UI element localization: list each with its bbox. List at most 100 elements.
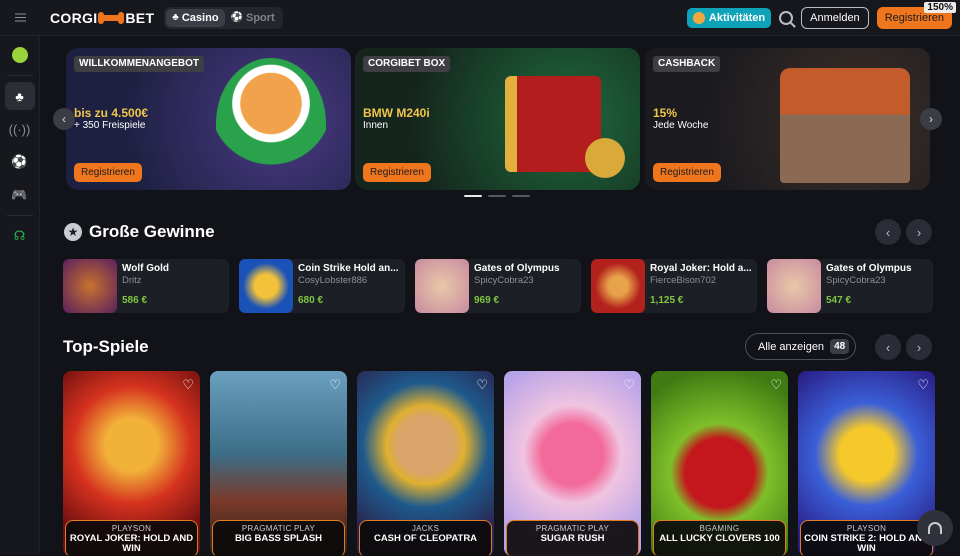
win-user-name: FierceBison702 bbox=[650, 275, 717, 286]
heart-icon[interactable]: ♡ bbox=[623, 377, 635, 393]
product-switch: ♣ Casino ⚽ Sport bbox=[164, 6, 283, 29]
chevron-right-icon: › bbox=[929, 112, 933, 126]
game-provider: PRAGMATIC PLAY bbox=[241, 524, 316, 533]
menu-icon[interactable] bbox=[0, 0, 40, 36]
tab-casino-label: Casino bbox=[181, 11, 219, 24]
heart-icon[interactable]: ♡ bbox=[329, 377, 341, 393]
cashback-house-illustration bbox=[780, 68, 910, 183]
chevron-right-icon: › bbox=[916, 339, 922, 355]
big-wins-list: Wolf Gold Dritz 586 € Coin Strike Hold a… bbox=[63, 259, 933, 313]
big-wins-title: Große Gewinne bbox=[89, 222, 215, 241]
top-games-prev-button[interactable]: ‹ bbox=[875, 334, 901, 360]
sidebar-divider bbox=[6, 215, 33, 216]
sidebar-item-games[interactable]: 🎮 bbox=[5, 181, 35, 209]
big-wins-prev-button[interactable]: ‹ bbox=[875, 219, 901, 245]
banner-tag: WILLKOMMENANGEBOT bbox=[74, 56, 204, 72]
carousel-dot[interactable] bbox=[464, 195, 482, 197]
win-game-name: Royal Joker: Hold a... bbox=[650, 263, 752, 274]
casino-icon: ♣ bbox=[172, 11, 179, 23]
show-all-count-badge: 48 bbox=[830, 339, 850, 354]
banner-cashback[interactable]: CASHBACK 15% Jede Woche Registrieren bbox=[645, 48, 930, 190]
game-thumbnail bbox=[767, 259, 821, 313]
activities-button[interactable]: Aktivitäten bbox=[686, 8, 772, 28]
top-games-title: Top-Spiele bbox=[63, 337, 149, 356]
game-provider: PLAYSON bbox=[846, 524, 887, 533]
chevron-left-icon: ‹ bbox=[885, 339, 891, 355]
win-user-name: SpicyCobra23 bbox=[474, 275, 534, 286]
big-win-card[interactable]: Royal Joker: Hold a... FierceBison702 1,… bbox=[591, 259, 757, 313]
heart-icon[interactable]: ♡ bbox=[182, 377, 194, 393]
win-game-name: Gates of Olympus bbox=[474, 263, 560, 274]
tab-sport[interactable]: ⚽ Sport bbox=[225, 9, 281, 27]
sidebar-item-support[interactable]: ☊ bbox=[5, 222, 35, 250]
bone-icon bbox=[98, 11, 125, 24]
banner-tag: CORGIBET BOX bbox=[363, 56, 451, 72]
logo-text-left: CORGI bbox=[50, 9, 98, 26]
chevron-left-icon: ‹ bbox=[885, 224, 891, 240]
game-card[interactable]: ♡ BGAMING ALL LUCKY CLOVERS 100 bbox=[651, 371, 788, 556]
game-provider: BGAMING bbox=[699, 524, 740, 533]
game-title: SUGAR RUSH bbox=[540, 533, 605, 544]
big-win-card[interactable]: Coin Strike Hold an... CosyLobster886 68… bbox=[239, 259, 405, 313]
game-caption: PLAYSON ROYAL JOKER: HOLD AND WIN bbox=[65, 520, 198, 556]
headset-icon: ☊ bbox=[13, 228, 26, 243]
show-all-button[interactable]: Alle anzeigen 48 bbox=[745, 333, 857, 360]
game-title: ROYAL JOKER: HOLD AND WIN bbox=[69, 533, 194, 554]
big-win-card[interactable]: Gates of Olympus SpicyCobra23 969 € bbox=[415, 259, 581, 313]
big-win-card[interactable]: Wolf Gold Dritz 586 € bbox=[63, 259, 229, 313]
game-thumbnail bbox=[591, 259, 645, 313]
win-amount: 547 € bbox=[826, 295, 852, 306]
banner-subtitle: + 350 Freispiele bbox=[74, 120, 146, 131]
top-games-next-button[interactable]: › bbox=[906, 334, 932, 360]
big-win-card[interactable]: Gates of Olympus SpicyCobra23 547 € bbox=[767, 259, 933, 313]
tab-sport-label: Sport bbox=[246, 11, 275, 24]
game-caption: PRAGMATIC PLAY BIG BASS SPLASH bbox=[212, 520, 345, 556]
carousel-dot[interactable] bbox=[512, 195, 530, 197]
banner-subtitle: Jede Woche bbox=[653, 120, 709, 131]
banner-register-button[interactable]: Registrieren bbox=[653, 163, 721, 182]
game-card[interactable]: ♡ PRAGMATIC PLAY BIG BASS SPLASH bbox=[210, 371, 347, 556]
chevron-right-icon: › bbox=[916, 224, 922, 240]
game-card[interactable]: ♡ PLAYSON COIN STRIKE 2: HOLD AND WIN bbox=[798, 371, 935, 556]
top-games-list: ♡ PLAYSON ROYAL JOKER: HOLD AND WIN ♡ PRA… bbox=[63, 371, 935, 556]
banner-subtitle: Innen bbox=[363, 120, 389, 131]
game-card[interactable]: ♡ PLAYSON ROYAL JOKER: HOLD AND WIN bbox=[63, 371, 200, 556]
banner-register-button[interactable]: Registrieren bbox=[363, 163, 431, 182]
coin-illustration bbox=[585, 138, 625, 178]
heart-icon[interactable]: ♡ bbox=[917, 377, 929, 393]
game-caption: PRAGMATIC PLAY SUGAR RUSH bbox=[506, 520, 639, 556]
cherries-icon: ♣ bbox=[15, 88, 24, 104]
show-all-label: Alle anzeigen bbox=[758, 340, 825, 353]
game-card[interactable]: ♡ JACKS CASH OF CLEOPATRA bbox=[357, 371, 494, 556]
banner-box[interactable]: CORGIBET BOX BMW M240i Innen Registriere… bbox=[355, 48, 640, 190]
carousel-next-button[interactable]: › bbox=[920, 108, 942, 130]
win-user-name: SpicyCobra23 bbox=[826, 275, 886, 286]
carousel-prev-button[interactable]: ‹ bbox=[53, 108, 75, 130]
heart-icon[interactable]: ♡ bbox=[476, 377, 488, 393]
heart-icon[interactable]: ♡ bbox=[770, 377, 782, 393]
sidebar-item-promo[interactable] bbox=[5, 41, 35, 69]
win-game-name: Wolf Gold bbox=[122, 263, 170, 274]
game-card[interactable]: ♡ PRAGMATIC PLAY SUGAR RUSH bbox=[504, 371, 641, 556]
banner-welcome[interactable]: WILLKOMMENANGEBOT bis zu 4.500€ + 350 Fr… bbox=[66, 48, 351, 190]
sidebar-item-sport[interactable]: ⚽ bbox=[5, 148, 35, 176]
game-thumbnail bbox=[239, 259, 293, 313]
corgi-illustration bbox=[216, 58, 326, 188]
tab-casino[interactable]: ♣ Casino bbox=[166, 8, 225, 27]
big-wins-next-button[interactable]: › bbox=[906, 219, 932, 245]
logo[interactable]: CORGI BET bbox=[50, 10, 154, 26]
sidebar-item-casino[interactable]: ♣ bbox=[4, 82, 35, 110]
win-game-name: Gates of Olympus bbox=[826, 263, 912, 274]
login-button[interactable]: Anmelden bbox=[801, 7, 869, 29]
top-bar: CORGI BET ♣ Casino ⚽ Sport Aktivitäten Anm… bbox=[0, 0, 960, 36]
sidebar-item-live[interactable]: ((·)) bbox=[5, 115, 35, 143]
search-icon[interactable] bbox=[779, 11, 794, 25]
carousel-dot[interactable] bbox=[488, 195, 506, 197]
banner-tag: CASHBACK bbox=[653, 56, 721, 72]
win-amount: 969 € bbox=[474, 295, 500, 306]
game-title: COIN STRIKE 2: HOLD AND WIN bbox=[804, 533, 929, 554]
support-chat-button[interactable] bbox=[917, 510, 953, 546]
banner-headline: 15% bbox=[653, 106, 678, 120]
win-game-name: Coin Strike Hold an... bbox=[298, 263, 399, 274]
banner-register-button[interactable]: Registrieren bbox=[74, 163, 142, 182]
